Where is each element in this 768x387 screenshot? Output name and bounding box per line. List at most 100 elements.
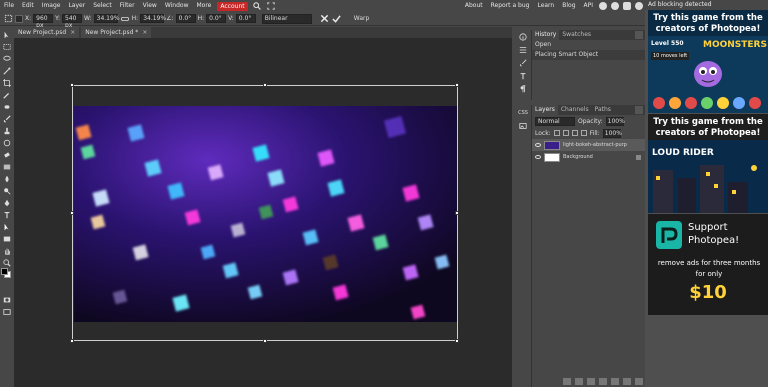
brush-tool-icon[interactable] xyxy=(2,114,12,124)
history-brush-tool-icon[interactable] xyxy=(2,138,12,148)
warp-button[interactable]: Warp xyxy=(354,15,370,22)
h-field[interactable]: 34.19% xyxy=(140,14,166,23)
menu-filter[interactable]: Filter xyxy=(116,0,139,12)
layer-mask-icon[interactable] xyxy=(599,378,607,385)
lock-all-icon[interactable] xyxy=(580,130,587,136)
y-field[interactable]: 540 px xyxy=(62,14,83,29)
dodge-tool-icon[interactable] xyxy=(2,186,12,196)
fill-field[interactable]: 100% xyxy=(602,128,622,138)
adjustment-layer-icon[interactable] xyxy=(587,378,595,385)
tab-document-2[interactable]: New Project.psd * × xyxy=(81,27,152,38)
tab-paths[interactable]: Paths xyxy=(592,105,614,115)
report-bug-link[interactable]: Report a bug xyxy=(487,0,534,12)
close-icon[interactable]: × xyxy=(142,27,147,38)
x-field[interactable]: 960 px xyxy=(33,14,54,29)
clone-stamp-tool-icon[interactable] xyxy=(2,126,12,136)
info-icon[interactable] xyxy=(517,31,529,42)
workspace[interactable] xyxy=(14,38,512,387)
paragraph-icon[interactable] xyxy=(517,83,529,94)
opacity-field[interactable]: 100% xyxy=(605,116,625,126)
panel-collapse-icon[interactable] xyxy=(635,106,643,114)
visibility-eye-icon[interactable] xyxy=(535,155,541,159)
type-tool-icon[interactable] xyxy=(2,210,12,220)
tab-layers[interactable]: Layers xyxy=(532,105,558,115)
transform-icon[interactable] xyxy=(3,14,13,24)
hand-tool-icon[interactable] xyxy=(2,246,12,256)
angle-field[interactable]: 0.0° xyxy=(175,14,196,23)
transform-handle-mr[interactable] xyxy=(455,211,459,215)
lock-pixels-icon[interactable] xyxy=(562,130,569,136)
character-icon[interactable] xyxy=(517,70,529,81)
menu-more[interactable]: More xyxy=(193,0,216,12)
healing-tool-icon[interactable] xyxy=(2,102,12,112)
tab-document-1[interactable]: New Project.psd × xyxy=(14,27,80,38)
brush-settings-icon[interactable] xyxy=(517,57,529,68)
ad-loud-rider[interactable]: Try this game from the creators of Photo… xyxy=(648,114,768,213)
transform-handle-tr[interactable] xyxy=(455,83,459,87)
lock-position-icon[interactable] xyxy=(571,130,578,136)
foreground-color-swatch[interactable] xyxy=(1,268,8,275)
lock-transparency-icon[interactable] xyxy=(553,130,560,136)
quick-mask-icon[interactable] xyxy=(2,295,12,305)
ad-moonsters[interactable]: Try this game from the creators of Photo… xyxy=(648,10,768,113)
vskew-field[interactable]: 0.0° xyxy=(235,14,256,23)
link-icon[interactable] xyxy=(120,14,130,24)
css-panel-icon[interactable]: CSS xyxy=(517,107,529,118)
cancel-transform-icon[interactable] xyxy=(320,14,330,24)
transform-handle-br[interactable] xyxy=(455,339,459,343)
tab-history[interactable]: History xyxy=(532,30,560,40)
move-tool-icon[interactable] xyxy=(2,30,12,40)
blur-tool-icon[interactable] xyxy=(2,174,12,184)
menu-select[interactable]: Select xyxy=(89,0,116,12)
layer-row[interactable]: Background xyxy=(532,151,645,163)
properties-icon[interactable] xyxy=(517,44,529,55)
layer-row[interactable]: light-bokeh-abstract-purp xyxy=(532,139,645,151)
transform-bounding-box[interactable] xyxy=(72,85,458,341)
history-item[interactable]: Placing Smart Object xyxy=(532,50,645,60)
account-button[interactable]: Account xyxy=(217,1,248,11)
gradient-tool-icon[interactable] xyxy=(2,162,12,172)
learn-link[interactable]: Learn xyxy=(533,0,558,12)
fullscreen-icon[interactable] xyxy=(266,2,275,10)
interpolation-select[interactable]: Bilinear xyxy=(261,13,312,24)
menu-image[interactable]: Image xyxy=(38,0,65,12)
delete-layer-icon[interactable] xyxy=(635,378,643,385)
facebook-icon[interactable] xyxy=(635,2,643,10)
panel-collapse-icon[interactable] xyxy=(635,31,643,39)
reddit-icon[interactable] xyxy=(611,2,619,10)
transform-handle-tl[interactable] xyxy=(70,83,74,87)
github-icon[interactable] xyxy=(599,2,607,10)
menu-layer[interactable]: Layer xyxy=(64,0,89,12)
transform-handle-tc[interactable] xyxy=(263,83,267,87)
blog-link[interactable]: Blog xyxy=(558,0,579,12)
new-group-icon[interactable] xyxy=(611,378,619,385)
ad-support-photopea[interactable]: Support Photopea! remove ads for three m… xyxy=(648,214,768,315)
new-layer-icon[interactable] xyxy=(623,378,631,385)
search-icon[interactable] xyxy=(252,2,261,10)
eraser-tool-icon[interactable] xyxy=(2,150,12,160)
crop-tool-icon[interactable] xyxy=(2,78,12,88)
transform-handle-ml[interactable] xyxy=(70,211,74,215)
menu-window[interactable]: Window xyxy=(161,0,193,12)
shape-tool-icon[interactable] xyxy=(2,234,12,244)
hskew-field[interactable]: 0.0° xyxy=(206,14,227,23)
visibility-eye-icon[interactable] xyxy=(535,143,541,147)
lasso-tool-icon[interactable] xyxy=(2,54,12,64)
pen-tool-icon[interactable] xyxy=(2,198,12,208)
tab-channels[interactable]: Channels xyxy=(558,105,592,115)
twitter-icon[interactable] xyxy=(623,2,631,10)
menu-view[interactable]: View xyxy=(139,0,161,12)
api-link[interactable]: API xyxy=(580,0,598,12)
link-layers-icon[interactable] xyxy=(563,378,571,385)
transform-handle-bc[interactable] xyxy=(263,339,267,343)
marquee-tool-icon[interactable] xyxy=(2,42,12,52)
magic-wand-tool-icon[interactable] xyxy=(2,66,12,76)
screen-mode-icon[interactable] xyxy=(2,307,12,317)
blend-mode-select[interactable]: Normal xyxy=(535,116,575,126)
zoom-tool-icon[interactable] xyxy=(2,258,12,268)
layer-effects-icon[interactable] xyxy=(575,378,583,385)
about-link[interactable]: About xyxy=(461,0,487,12)
menu-edit[interactable]: Edit xyxy=(18,0,38,12)
transform-handle-bl[interactable] xyxy=(70,339,74,343)
close-icon[interactable]: × xyxy=(70,27,75,38)
